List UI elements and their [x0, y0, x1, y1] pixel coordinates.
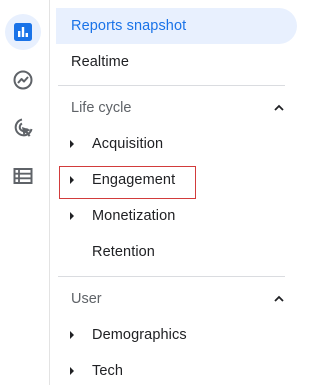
nav-item-realtime[interactable]: Realtime: [56, 44, 330, 80]
section-header-life-cycle[interactable]: Life cycle: [56, 90, 297, 126]
section-header-label: Life cycle: [71, 100, 132, 116]
divider: [58, 85, 285, 86]
analytics-reports-nav: Reports snapshot Realtime Life cycle Acq…: [0, 0, 336, 385]
nav-item-label: Demographics: [92, 327, 187, 343]
reports-rail-button[interactable]: [5, 14, 41, 50]
section-header-user[interactable]: User: [56, 281, 297, 317]
expand-arrow-icon: [70, 367, 74, 375]
nav-item-demographics[interactable]: Demographics: [56, 317, 330, 353]
nav-item-label: Acquisition: [92, 136, 164, 152]
nav-item-label: Reports snapshot: [71, 18, 187, 34]
configure-icon: [12, 165, 34, 187]
nav-item-monetization[interactable]: Monetization: [56, 198, 330, 234]
expand-arrow-icon: [70, 140, 74, 148]
nav-item-label: Retention: [92, 244, 155, 260]
nav-item-reports-snapshot[interactable]: Reports snapshot: [56, 8, 297, 44]
expand-arrow-icon: [70, 176, 74, 184]
configure-rail-button[interactable]: [5, 158, 41, 194]
explore-icon: [12, 69, 34, 91]
nav-item-label: Monetization: [92, 208, 176, 224]
chevron-up-icon: [273, 102, 285, 118]
nav-item-acquisition[interactable]: Acquisition: [56, 126, 330, 162]
chevron-up-icon: [273, 293, 285, 309]
advertising-rail-button[interactable]: [5, 110, 41, 146]
divider: [58, 276, 285, 277]
advertising-icon: [12, 117, 34, 139]
nav-item-engagement[interactable]: Engagement: [56, 162, 330, 198]
expand-arrow-icon: [70, 331, 74, 339]
nav-item-label: Tech: [92, 363, 124, 379]
nav-item-retention[interactable]: Retention: [56, 234, 330, 270]
icon-rail: [0, 0, 50, 385]
expand-arrow-icon: [70, 212, 74, 220]
reports-icon: [13, 22, 33, 42]
nav-item-tech[interactable]: Tech: [56, 353, 330, 385]
nav-item-label: Engagement: [92, 172, 176, 188]
reports-nav-panel: Reports snapshot Realtime Life cycle Acq…: [50, 0, 336, 385]
nav-item-label: Realtime: [71, 54, 130, 70]
section-header-label: User: [71, 291, 102, 307]
explore-rail-button[interactable]: [5, 62, 41, 98]
